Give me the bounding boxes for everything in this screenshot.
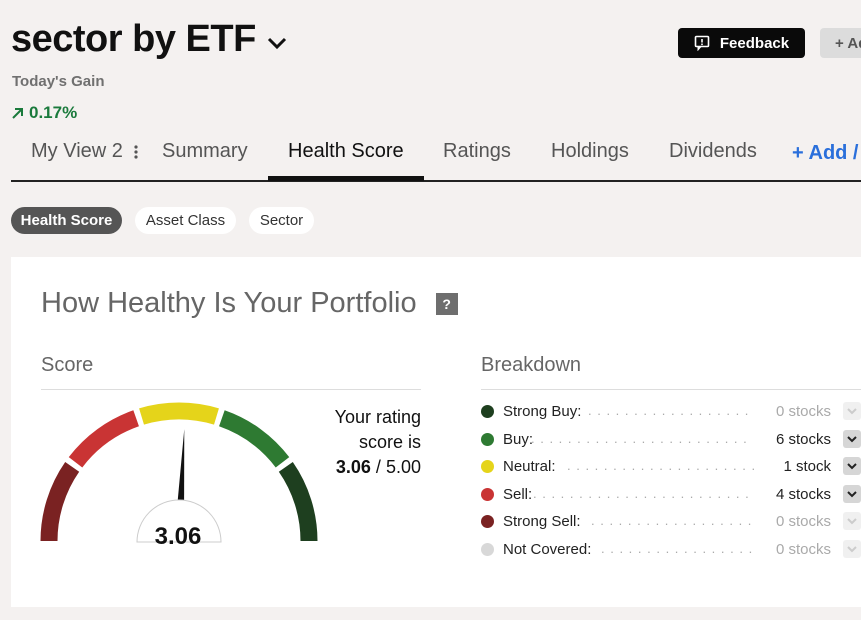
gauge-value: 3.06 xyxy=(154,523,202,550)
tab-my-view-2[interactable]: My View 2 xyxy=(31,140,139,163)
breakdown-dot xyxy=(481,515,494,528)
breakdown-count: 0 stocks xyxy=(775,403,831,420)
pill-health-score[interactable]: Health Score xyxy=(11,207,122,234)
breakdown-row: Neutral: . . . . . . . . . . . . . . . . … xyxy=(481,457,861,477)
breakdown-row: Strong Buy: . . . . . . . . . . . . . . .… xyxy=(481,402,861,422)
breakdown-row: Not Covered: . . . . . . . . . . . . . . … xyxy=(481,539,861,560)
breakdown-dot xyxy=(481,405,494,418)
breakdown-label: Strong Buy: xyxy=(503,403,582,420)
feedback-icon xyxy=(694,35,710,51)
breakdown-dot xyxy=(481,542,494,556)
breakdown-count: 0 stocks xyxy=(775,513,831,530)
active-tab-indicator xyxy=(268,176,424,181)
rating-line-2: score is xyxy=(358,432,421,452)
breakdown-label: Sell: xyxy=(503,485,533,503)
chevron-down-icon xyxy=(843,512,861,530)
pill-asset-class[interactable]: Asset Class xyxy=(135,207,236,234)
breakdown-row: Strong Sell: . . . . . . . . . . . . . . … xyxy=(481,512,861,532)
breakdown-count: 6 stocks xyxy=(775,430,831,448)
gauge-sell-segment xyxy=(68,410,140,468)
portfolio-title-row[interactable]: sector by ETF xyxy=(11,18,288,61)
rating-sep: / xyxy=(375,457,381,477)
breakdown-leader: . . . . . . . . . . . . . . . . . . . . … xyxy=(533,485,753,501)
chevron-down-icon[interactable] xyxy=(843,457,861,475)
tab-summary[interactable]: Summary xyxy=(162,140,248,163)
rating-line-3: 3.06 / 5.00 xyxy=(281,455,421,480)
tab-holdings[interactable]: Holdings xyxy=(551,140,629,163)
gauge-neutral-segment xyxy=(139,402,219,425)
view-tabs: My View 2 Summary Health Score Ratings H… xyxy=(11,126,861,182)
feedback-button[interactable]: Feedback xyxy=(678,28,805,58)
breakdown-divider xyxy=(481,389,861,390)
more-options-icon[interactable] xyxy=(134,144,139,160)
score-divider xyxy=(41,389,421,390)
chevron-down-icon[interactable] xyxy=(843,429,861,448)
chevron-down-icon xyxy=(843,402,861,420)
arrow-up-right-icon xyxy=(12,108,23,119)
rating-line-1: Your rating xyxy=(334,407,421,427)
health-card: How Healthy Is Your Portfolio ? Score Br… xyxy=(11,257,861,607)
tab-health-score[interactable]: Health Score xyxy=(288,140,404,163)
breakdown-label: Not Covered: xyxy=(503,540,592,558)
feedback-label: Feedback xyxy=(719,34,790,52)
breakdown-count: 4 stocks xyxy=(775,485,831,503)
chevron-down-icon[interactable] xyxy=(266,32,288,54)
tab-dividends[interactable]: Dividends xyxy=(669,140,757,163)
breakdown-leader: . . . . . . . . . . . . . . . . . . . . … xyxy=(588,403,753,418)
tab-add-view[interactable]: + Add / xyxy=(792,142,858,165)
chevron-down-icon[interactable] xyxy=(843,484,861,503)
rating-score: 3.06 xyxy=(335,457,371,477)
breakdown-heading: Breakdown xyxy=(481,354,582,376)
breakdown-leader: . . . . . . . . . . . . . . . . . . . . … xyxy=(591,513,753,528)
breakdown-row: Buy:. . . . . . . . . . . . . . . . . . … xyxy=(481,429,861,450)
add-button[interactable]: + Ad xyxy=(820,28,861,58)
breakdown-leader: . . . . . . . . . . . . . . . . . . . . … xyxy=(601,540,753,556)
help-icon[interactable]: ? xyxy=(435,292,458,315)
pill-sector[interactable]: Sector xyxy=(249,207,314,234)
breakdown-count: 0 stocks xyxy=(775,540,831,558)
breakdown-label: Buy: xyxy=(503,430,534,448)
breakdown-row: Sell:. . . . . . . . . . . . . . . . . .… xyxy=(481,484,861,505)
breakdown-count: 1 stock xyxy=(783,458,831,475)
breakdown-dot xyxy=(481,487,494,501)
breakdown-label: Strong Sell: xyxy=(503,513,581,530)
tab-ratings[interactable]: Ratings xyxy=(443,140,511,163)
chevron-down-icon xyxy=(843,539,861,558)
breakdown-dot xyxy=(481,460,494,473)
rating-max: 5.00 xyxy=(385,457,421,477)
score-heading: Score xyxy=(41,354,94,376)
gauge-strong-sell-segment xyxy=(40,462,80,542)
breakdown-label: Neutral: xyxy=(503,458,556,475)
card-title-text: How Healthy Is Your Portfolio xyxy=(41,287,417,319)
breakdown-leader: . . . . . . . . . . . . . . . . . . . . … xyxy=(567,458,761,473)
portfolio-title: sector by ETF xyxy=(11,18,256,60)
breakdown-leader: . . . . . . . . . . . . . . . . . . . . … xyxy=(531,430,753,446)
todays-gain-value: 0.17% xyxy=(11,103,77,123)
todays-gain-label: Today's Gain xyxy=(12,73,105,90)
rating-summary: Your rating score is 3.06 / 5.00 xyxy=(281,405,421,480)
gauge-buy-segment xyxy=(218,410,290,468)
card-title: How Healthy Is Your Portfolio ? xyxy=(41,287,458,320)
tab-label: My View 2 xyxy=(31,140,123,162)
breakdown-dot xyxy=(481,432,494,446)
gain-percent: 0.17% xyxy=(29,103,78,122)
